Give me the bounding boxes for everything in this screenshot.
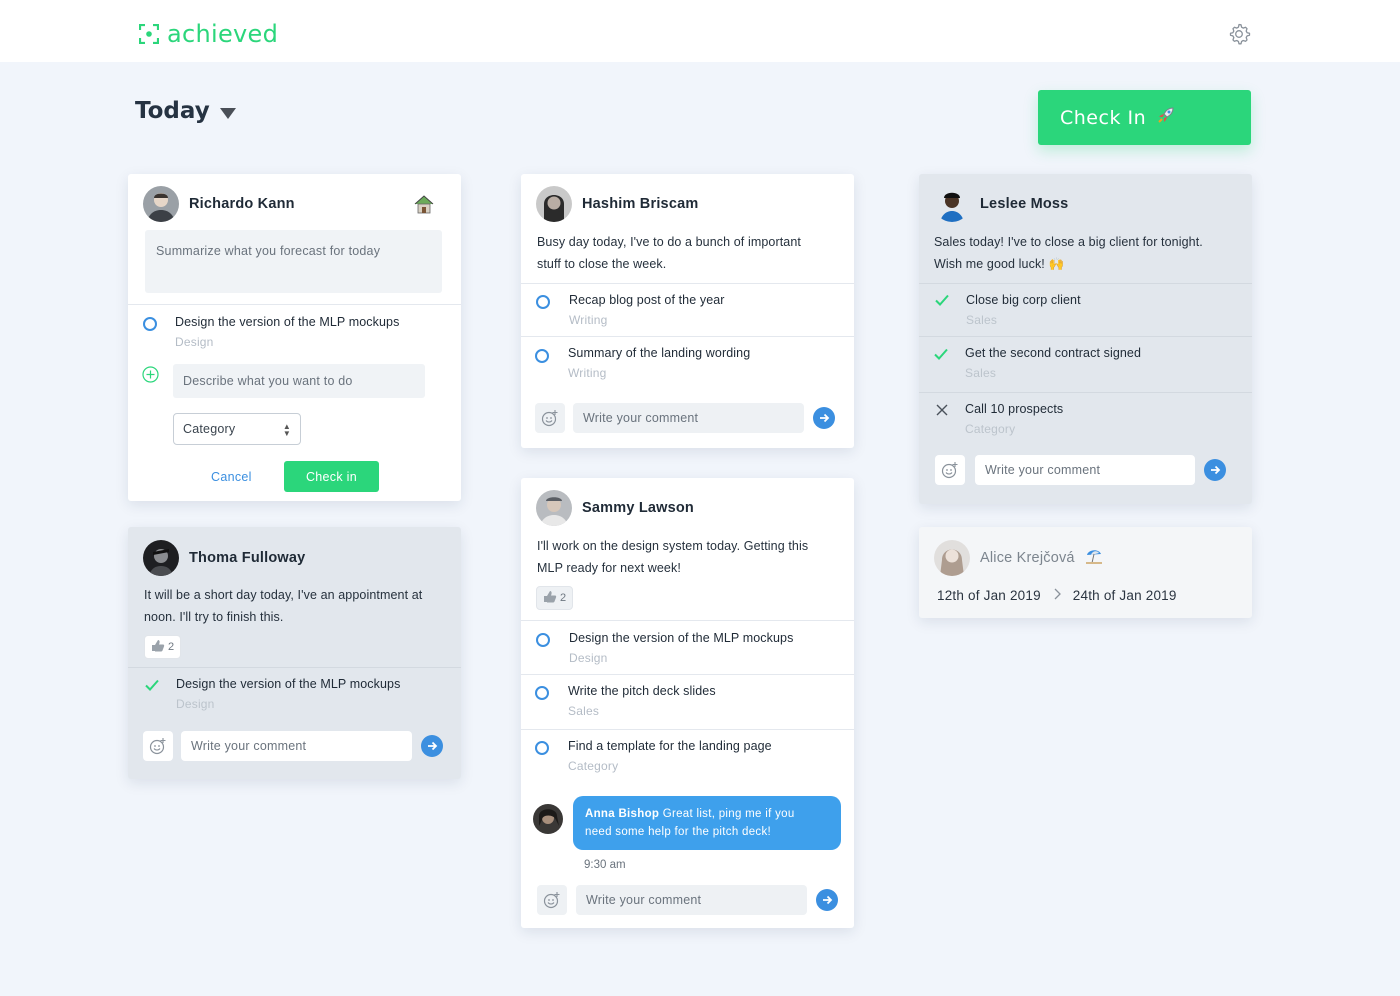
describe-task-input[interactable]: Describe what you want to do (173, 364, 425, 398)
avatar (143, 186, 179, 222)
select-arrows-icon: ▲ ▼ (282, 422, 291, 438)
user-name: Alice Krejčová (980, 550, 1075, 566)
caret-down-icon (219, 107, 236, 119)
emoji-add-icon[interactable] (935, 455, 965, 485)
comment-input[interactable]: Write your comment (181, 731, 412, 761)
comment-bubble: Anna Bishop Great list, ping me if you n… (573, 796, 841, 850)
rocket-icon (1156, 105, 1176, 130)
like-button[interactable]: 2 (144, 635, 182, 659)
check-in-submit-button[interactable]: Check in (284, 461, 379, 492)
checkin-card: Sammy Lawson I'll work on the design sys… (521, 478, 854, 928)
checkin-message: Sales today! I've to close a big client … (934, 235, 1203, 271)
avatar (934, 186, 970, 222)
check-in-button[interactable]: Check In (1038, 90, 1251, 145)
task-status-circle-icon[interactable] (535, 686, 549, 700)
forecast-textarea[interactable]: Summarize what you forecast for today (145, 230, 442, 293)
comment-time: 9:30 am (584, 859, 626, 871)
comment-input[interactable]: Write your comment (975, 455, 1195, 485)
task-item[interactable]: Recap blog post of the year Writing (569, 293, 725, 327)
task-item[interactable]: Get the second contract signed Sales (965, 346, 1141, 380)
page-title: Today (135, 98, 210, 124)
comment-row: Write your comment (143, 731, 443, 761)
comment-row: Write your comment (535, 403, 835, 433)
task-item[interactable]: Call 10 prospects Category (965, 402, 1063, 436)
done-check-icon (934, 292, 950, 308)
emoji-add-icon[interactable] (535, 403, 565, 433)
date-to: 24th of Jan 2019 (1072, 588, 1177, 603)
top-bar: achieved (0, 0, 1400, 62)
cancel-button[interactable]: Cancel (211, 470, 252, 484)
task-status-circle-icon[interactable] (536, 295, 550, 309)
task-status-circle-icon[interactable] (143, 317, 157, 331)
task-item[interactable]: Find a template for the landing page Cat… (568, 739, 772, 773)
emoji-add-icon[interactable] (537, 885, 567, 915)
avatar (143, 540, 179, 576)
emoji-add-icon[interactable] (143, 731, 173, 761)
time-off-card: Alice Krejčová 12th of Jan 2019 24th of … (919, 527, 1252, 618)
home-icon (412, 192, 436, 221)
comment-author[interactable]: Anna Bishop (585, 808, 659, 820)
checkin-message: I'll work on the design system today. Ge… (537, 539, 809, 575)
checkin-card: Thoma Fulloway It will be a short day to… (128, 527, 461, 779)
comment-input[interactable]: Write your comment (576, 885, 807, 915)
thumbs-up-icon (543, 590, 557, 606)
like-button[interactable]: 2 (536, 586, 574, 610)
commenter-avatar (533, 804, 563, 834)
logo[interactable]: achieved (138, 20, 279, 48)
comment-input[interactable]: Write your comment (573, 403, 804, 433)
checkin-form-card: Richardo Kann Summarize what you forecas… (128, 174, 461, 501)
send-arrow-icon[interactable] (421, 735, 443, 757)
checkin-message: Busy day today, I've to do a bunch of im… (537, 235, 801, 271)
date-filter[interactable]: Today (135, 98, 236, 124)
user-name: Thoma Fulloway (189, 550, 306, 566)
add-task-plus-icon[interactable] (142, 366, 159, 388)
date-from: 12th of Jan 2019 (937, 588, 1041, 603)
task-status-circle-icon[interactable] (535, 741, 549, 755)
thumbs-up-icon (151, 639, 165, 655)
logo-icon (138, 23, 160, 45)
user-name: Sammy Lawson (582, 500, 694, 516)
task-item[interactable]: Close big corp client Sales (966, 293, 1081, 327)
done-check-icon (933, 346, 949, 362)
date-range: 12th of Jan 2019 24th of Jan 2019 (937, 588, 1177, 603)
task-item[interactable]: Design the version of the MLP mockups De… (569, 631, 793, 665)
send-arrow-icon[interactable] (1204, 459, 1226, 481)
avatar (536, 186, 572, 222)
chevron-right-icon (1053, 588, 1061, 603)
beach-umbrella-icon (1085, 547, 1103, 570)
send-arrow-icon[interactable] (813, 407, 835, 429)
task-item[interactable]: Design the version of the MLP mockups De… (175, 315, 399, 349)
avatar (536, 490, 572, 526)
failed-x-icon (935, 403, 949, 417)
category-select[interactable]: Category ▲ ▼ (173, 413, 301, 445)
logo-text: achieved (167, 20, 279, 48)
comment-row: Write your comment (537, 885, 838, 915)
user-name: Hashim Briscam (582, 196, 699, 212)
user-name: Richardo Kann (189, 196, 295, 212)
checkin-card: Hashim Briscam Busy day today, I've to d… (521, 174, 854, 448)
task-status-circle-icon[interactable] (536, 633, 550, 647)
task-item[interactable]: Write the pitch deck slides Sales (568, 684, 716, 718)
settings-gear-icon[interactable] (1227, 22, 1251, 46)
check-in-label: Check In (1060, 106, 1147, 129)
send-arrow-icon[interactable] (816, 889, 838, 911)
user-name: Leslee Moss (980, 196, 1069, 212)
comment-row: Write your comment (935, 455, 1226, 485)
task-item[interactable]: Summary of the landing wording Writing (568, 346, 750, 380)
task-status-circle-icon[interactable] (535, 349, 549, 363)
task-item[interactable]: Design the version of the MLP mockups De… (176, 677, 400, 711)
checkin-card: Leslee Moss Sales today! I've to close a… (919, 174, 1252, 504)
avatar (934, 540, 970, 576)
checkin-message: It will be a short day today, I've an ap… (144, 588, 423, 624)
done-check-icon (144, 677, 160, 693)
